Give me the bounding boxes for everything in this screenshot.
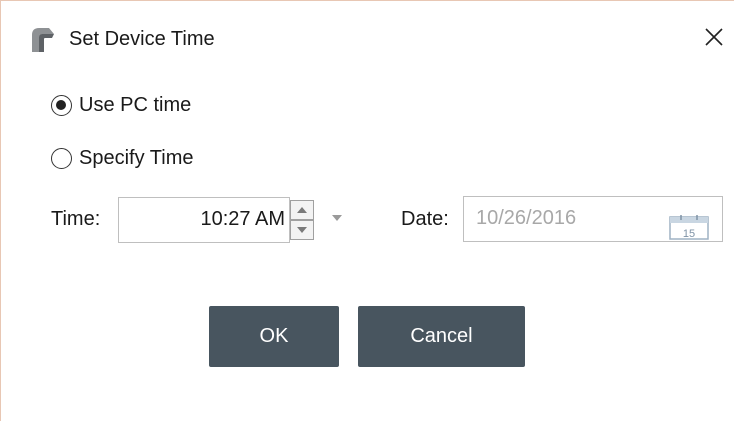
use-pc-time-label[interactable]: Use PC time xyxy=(79,94,191,117)
date-value[interactable]: 10/26/2016 xyxy=(476,207,576,230)
chevron-down-icon xyxy=(297,227,307,233)
spin-down-button[interactable] xyxy=(290,220,314,240)
radio-dot xyxy=(56,100,66,110)
date-label: Date: xyxy=(401,208,449,230)
window-title: Set Device Time xyxy=(69,28,215,50)
time-label: Time: xyxy=(51,208,101,230)
time-dropdown-button[interactable] xyxy=(327,207,347,229)
calendar-icon: 15 xyxy=(669,215,709,240)
set-device-time-dialog: Set Device Time Use PC time Specify Time… xyxy=(0,0,734,421)
calendar-day: 15 xyxy=(683,228,695,240)
time-value[interactable]: 10:27 AM xyxy=(200,208,285,231)
specify-time-radio[interactable]: Specify Time xyxy=(51,147,193,170)
cancel-button-label[interactable]: Cancel xyxy=(410,325,472,348)
ok-button-label[interactable]: OK xyxy=(260,325,289,348)
time-spinner[interactable] xyxy=(290,198,316,242)
ok-button[interactable]: OK xyxy=(209,306,339,367)
chevron-up-icon xyxy=(297,207,307,213)
dropdown-arrow-icon xyxy=(332,215,342,221)
use-pc-time-radio[interactable]: Use PC time xyxy=(51,94,191,117)
close-button[interactable] xyxy=(697,21,731,57)
calendar-button[interactable]: 15 xyxy=(669,214,709,240)
radio-button-unselected[interactable] xyxy=(51,148,72,169)
close-icon[interactable] xyxy=(705,27,723,51)
specify-time-label[interactable]: Specify Time xyxy=(79,147,193,170)
spin-up-button[interactable] xyxy=(290,200,314,220)
title-bar: Set Device Time xyxy=(1,1,734,71)
radio-button-selected[interactable] xyxy=(51,95,72,116)
cancel-button[interactable]: Cancel xyxy=(358,306,525,367)
time-input[interactable]: 10:27 AM xyxy=(118,197,290,243)
app-logo-icon xyxy=(31,27,59,53)
